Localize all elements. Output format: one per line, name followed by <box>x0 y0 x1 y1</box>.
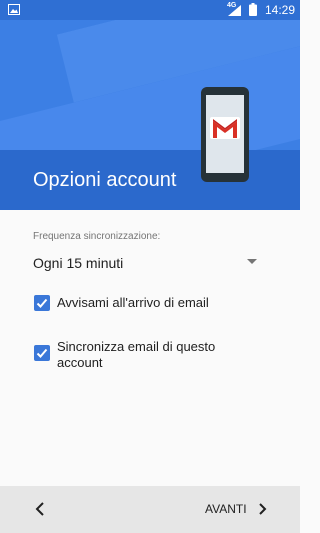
bottom-navigation: AVANTI <box>0 486 300 533</box>
sync-frequency-label: Frequenza sincronizzazione: <box>33 231 161 242</box>
sync-frequency-value[interactable]: Ogni 15 minuti <box>33 255 123 271</box>
header-banner: Opzioni account <box>0 20 300 210</box>
gmail-icon <box>210 117 240 139</box>
next-label: AVANTI <box>205 502 247 516</box>
sync-email-checkbox[interactable] <box>34 345 50 361</box>
notify-email-checkbox[interactable] <box>34 295 50 311</box>
signal-icon <box>228 5 241 16</box>
next-button[interactable]: AVANTI <box>200 499 275 519</box>
sync-email-label[interactable]: Sincronizza email di questo account <box>57 339 257 371</box>
phone-illustration <box>201 87 249 182</box>
status-bar: 4G 14:29 <box>0 0 300 20</box>
notify-email-label[interactable]: Avvisami all'arrivo di email <box>57 295 209 311</box>
check-icon <box>36 348 48 358</box>
page-title: Opzioni account <box>33 169 177 191</box>
battery-icon <box>249 3 257 16</box>
chevron-left-icon <box>35 502 44 516</box>
chevron-right-icon <box>259 503 267 515</box>
back-button[interactable] <box>30 498 52 520</box>
dropdown-arrow-icon[interactable] <box>247 259 257 264</box>
clock: 14:29 <box>265 3 296 17</box>
gallery-icon <box>8 4 20 15</box>
check-icon <box>36 298 48 308</box>
